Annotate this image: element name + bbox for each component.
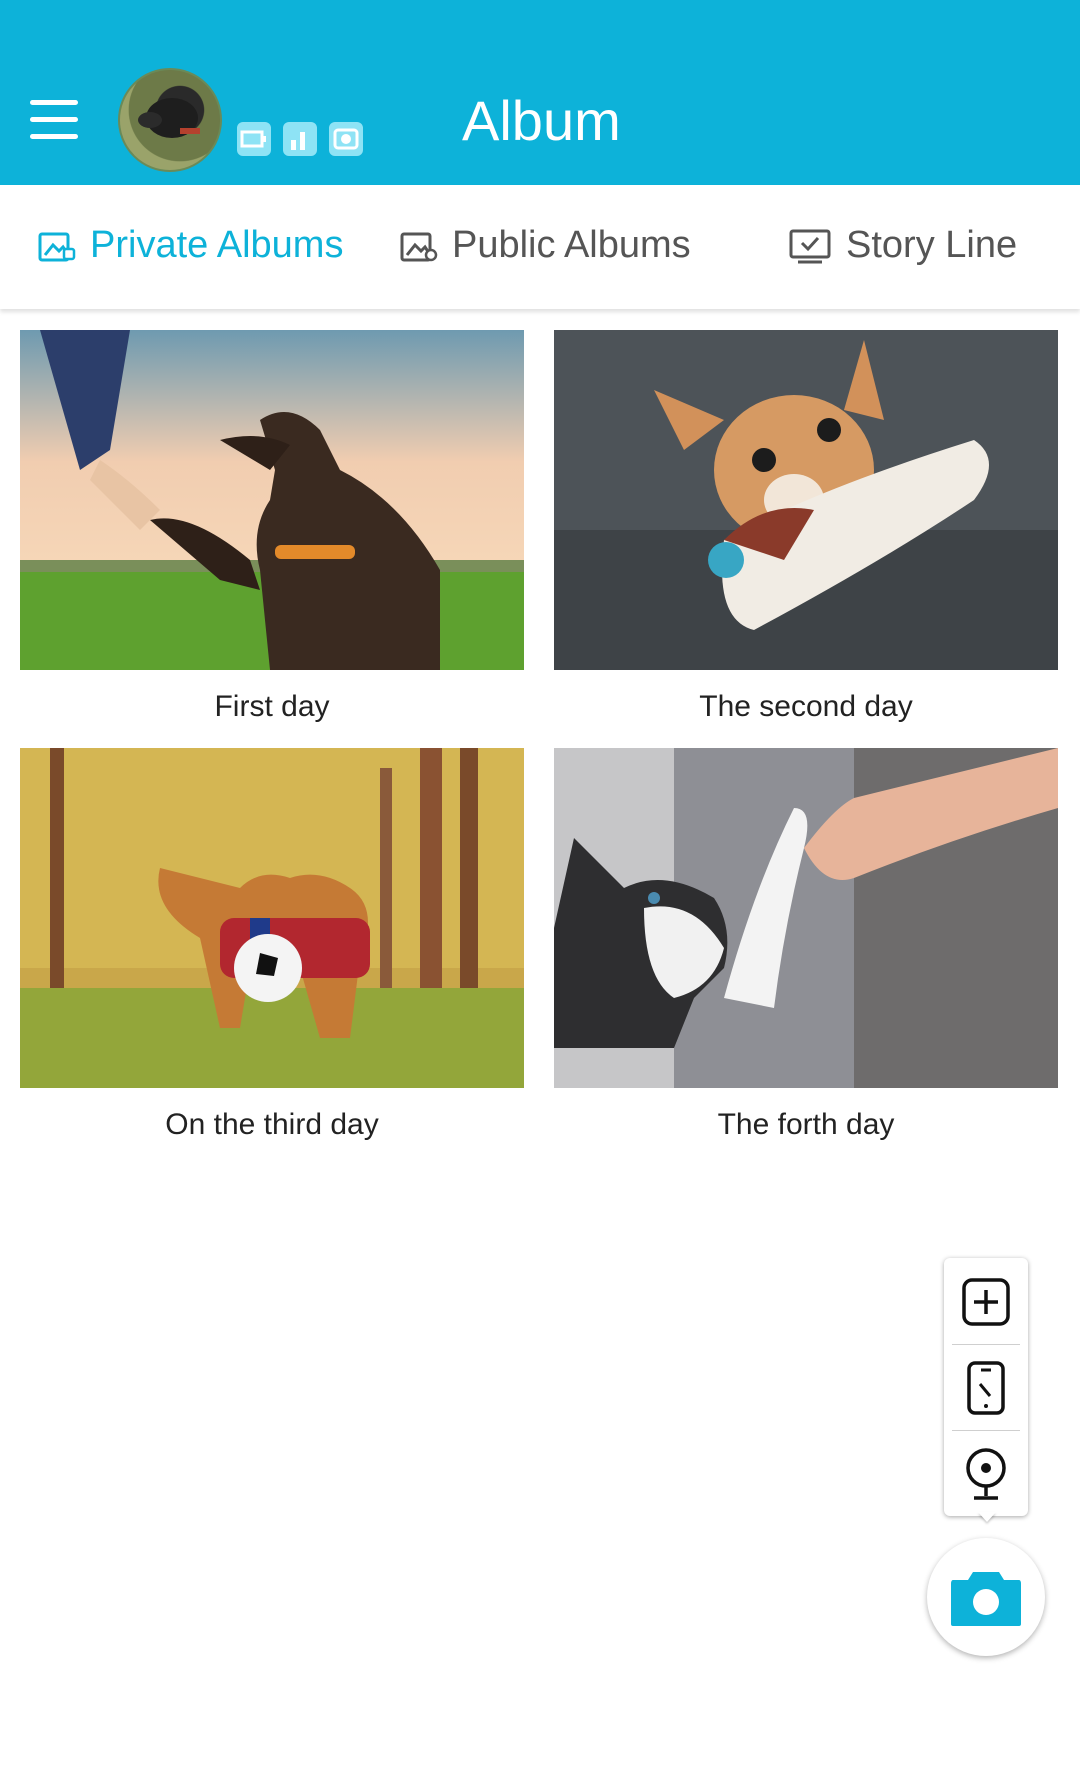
hamburger-menu-icon[interactable] <box>30 100 78 139</box>
chihuahua-slipper-photo <box>554 330 1058 670</box>
story-line-icon <box>789 229 831 264</box>
camera-icon <box>951 1572 1021 1626</box>
public-album-icon <box>400 232 438 262</box>
floating-action-menu <box>944 1258 1028 1516</box>
tab-public-albums[interactable]: Public Albums <box>398 215 691 275</box>
webcam-icon <box>966 1448 1006 1500</box>
signal-icon <box>283 122 317 156</box>
album-card-third-day[interactable]: On the third day <box>20 748 524 1142</box>
battery-icon <box>237 122 271 156</box>
camera-small-icon <box>329 122 363 156</box>
menu-pointer <box>978 1512 996 1522</box>
album-caption: First day <box>214 690 330 723</box>
private-album-icon <box>38 232 76 262</box>
album-card-first-day[interactable]: First day <box>20 330 524 724</box>
album-tabs: Private Albums Public Albums Story Line <box>0 185 1080 309</box>
camera-button[interactable] <box>927 1538 1045 1656</box>
divider <box>952 1344 1020 1345</box>
husky-high-five-photo <box>554 748 1058 1088</box>
phone-icon <box>967 1361 1005 1415</box>
add-icon <box>962 1278 1010 1326</box>
album-caption: On the third day <box>165 1108 379 1141</box>
page-title: Album <box>462 89 621 152</box>
album-card-forth-day[interactable]: The forth day <box>554 748 1058 1142</box>
dog-shaking-hand-photo <box>20 330 524 670</box>
status-icons <box>237 122 363 156</box>
tab-label: Private Albums <box>90 223 344 266</box>
divider <box>952 1430 1020 1431</box>
phone-button[interactable] <box>944 1346 1028 1430</box>
tab-story-line[interactable]: Story Line <box>788 215 1017 275</box>
avatar[interactable] <box>118 68 222 172</box>
app-header: Album <box>0 0 1080 185</box>
dogs-soccer-ball-photo <box>20 748 524 1088</box>
tab-label: Story Line <box>846 223 1018 266</box>
album-card-second-day[interactable]: The second day <box>554 330 1058 724</box>
album-caption: The second day <box>699 690 913 723</box>
tab-private-albums[interactable]: Private Albums <box>36 215 343 275</box>
add-button[interactable] <box>944 1260 1028 1344</box>
webcam-button[interactable] <box>944 1432 1028 1516</box>
tab-label: Public Albums <box>452 223 691 266</box>
album-caption: The forth day <box>717 1108 895 1141</box>
